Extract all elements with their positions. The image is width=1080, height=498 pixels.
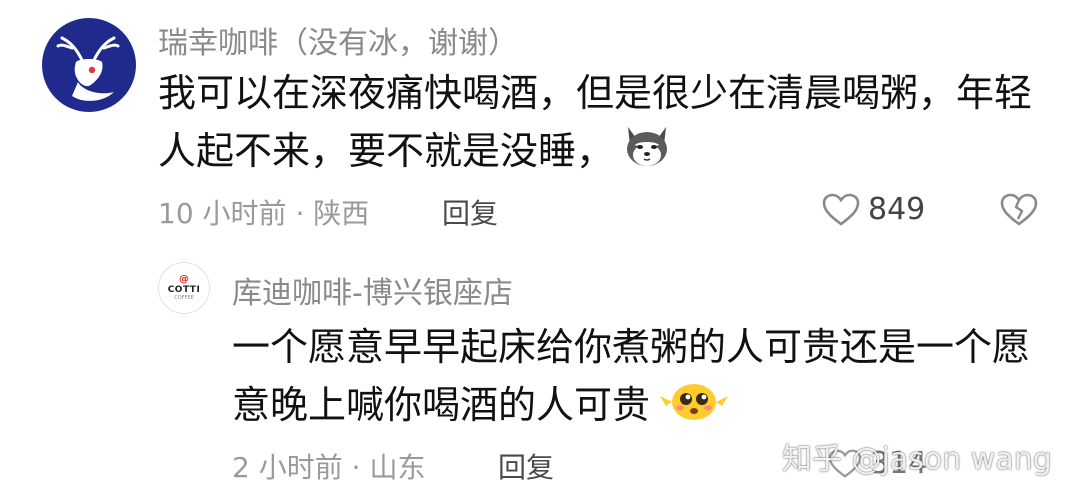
cotti-logo-text: COTTI	[167, 285, 201, 295]
like-count: 849	[868, 192, 926, 227]
avatar-cotti[interactable]: @ COTTI COFFEE	[158, 262, 210, 314]
comment-time: 10 小时前	[158, 197, 287, 230]
white-deer-logo-icon	[56, 36, 120, 101]
reply-text-body: 一个愿意早早起床给你煮粥的人可贵还是一个愿意晚上喊你喝酒的人可贵	[232, 325, 1031, 427]
comment-location: 陕西	[313, 197, 370, 230]
comment-text-body: 我可以在深夜痛快喝酒，但是很少在清晨喝粥，年轻人起不来，要不就是没睡，	[158, 71, 1033, 173]
reply-reply-button[interactable]: 回复	[498, 446, 554, 486]
broken-heart-icon	[1000, 193, 1038, 226]
reply-username[interactable]: 库迪咖啡-博兴银座店	[232, 268, 513, 312]
meta-separator: ·	[351, 451, 361, 484]
like-button[interactable]: 849	[822, 192, 925, 227]
pleading-face-emoji-icon	[658, 378, 730, 438]
comment-text: 我可以在深夜痛快喝酒，但是很少在清晨喝粥，年轻人起不来，要不就是没睡，	[158, 64, 1038, 185]
meta-separator: ·	[295, 197, 305, 230]
avatar-ruixing[interactable]	[42, 18, 136, 112]
reply-meta: 2 小时前 · 山东	[232, 446, 425, 486]
reply-button[interactable]: 回复	[442, 192, 498, 232]
reply-text: 一个愿意早早起床给你煮粥的人可贵还是一个愿意晚上喊你喝酒的人可贵	[232, 318, 1042, 438]
cotti-logo-sub: COFFEE	[174, 295, 194, 301]
comment-username[interactable]: 瑞幸咖啡（没有冰，谢谢）	[158, 18, 518, 62]
dislike-button[interactable]	[1000, 193, 1038, 231]
reply-location: 山东	[369, 451, 426, 484]
zhihu-watermark: 知乎 @jason wang	[782, 442, 1052, 477]
cotti-logo-mark: @	[179, 274, 189, 285]
heart-icon	[822, 193, 860, 226]
comment-meta: 10 小时前 · 陕西	[158, 192, 369, 232]
reply-time: 2 小时前	[232, 451, 343, 484]
husky-dog-emoji-icon	[622, 123, 672, 185]
